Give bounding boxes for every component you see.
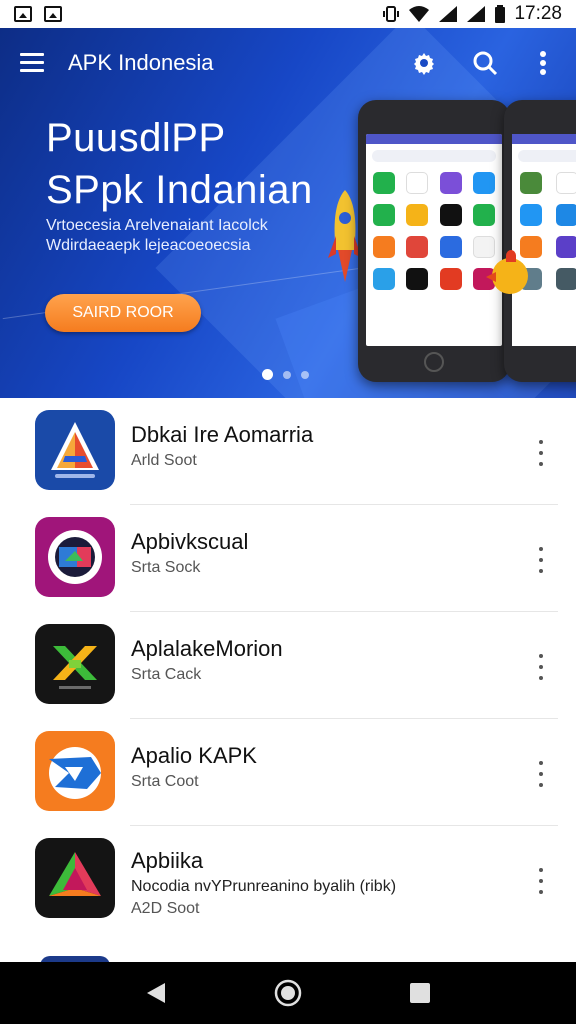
more-vert-icon[interactable]: [536, 868, 546, 894]
app-title: Dbkai Ire Aomarria: [131, 422, 314, 447]
app-icon-pg-logo: [35, 517, 115, 597]
app-subtitle: Arld Soot: [131, 452, 197, 469]
banner-title-line: PuusdlPP: [46, 116, 226, 160]
app-title: APK Indonesia: [68, 50, 214, 75]
settings-icon[interactable]: [409, 48, 439, 78]
phone-illustration: [504, 100, 576, 382]
list-item[interactable]: Apbiika Nocodia nvYPrunreanino byalih (r…: [0, 826, 576, 933]
wifi-icon: [409, 6, 430, 22]
banner-subtitle: Vrtoecesia Arelvenaiant Iacolck Wdirdaea…: [46, 216, 268, 256]
vibrate-icon: [383, 6, 400, 22]
phone-illustration: [358, 100, 510, 382]
app-title: Apalio KAPK: [131, 743, 257, 768]
status-right-icons: 17:28: [382, 3, 562, 25]
more-vert-icon[interactable]: [536, 547, 546, 573]
more-vert-icon[interactable]: [536, 654, 546, 680]
app-icon-triangle-a: [35, 410, 115, 490]
app-bar: APK Indonesia: [0, 28, 576, 98]
carousel-dot[interactable]: [301, 370, 309, 379]
system-nav-bar: [0, 962, 576, 1024]
back-icon[interactable]: [136, 973, 176, 1013]
list-item[interactable]: Apbivkscual Srta Sock: [0, 505, 576, 612]
carousel-dot[interactable]: [283, 370, 291, 379]
app-subtitle: Srta Coot: [131, 773, 199, 790]
app-subtitle: Srta Cack: [131, 666, 202, 683]
app-list: Dbkai Ire Aomarria Arld Soot Apbivkscual…: [0, 398, 576, 962]
status-left-icons: [14, 6, 62, 22]
banner-subtitle-line: Vrtoecesia Arelvenaiant Iacolck: [46, 217, 268, 234]
more-vert-icon[interactable]: [536, 440, 546, 466]
alert-notification-icon: [44, 6, 62, 22]
banner-title-line: SPpk Indanian: [46, 168, 313, 212]
home-icon[interactable]: [268, 973, 308, 1013]
banner-subtitle-line: Wdirdaeaepk lejeacoeoecsia: [46, 237, 251, 254]
chick-mascot-icon: [486, 250, 528, 294]
app-icon-x-cross: [35, 624, 115, 704]
app-title: AplalakeMorion: [131, 636, 283, 661]
battery-icon: [495, 5, 506, 23]
clock: 17:28: [514, 3, 562, 24]
app-subtitle: A2D Soot: [131, 900, 200, 917]
image-notification-icon: [14, 6, 32, 22]
phone-screen: [366, 134, 502, 346]
banner-title: PuusdlPP SPpk Indanian: [46, 112, 313, 216]
carousel-indicator: [262, 369, 309, 380]
search-icon[interactable]: [470, 48, 500, 78]
app-title: Apbivkscual: [131, 529, 249, 554]
promo-banner[interactable]: APK Indonesia PuusdlPP SPpk Indanian Vrt…: [0, 28, 576, 398]
app-description: Nocodia nvYPrunreanino byalih (ribk): [131, 878, 397, 895]
app-icon-blue-fish: [35, 731, 115, 811]
cta-button[interactable]: SAIRD ROOR: [45, 294, 201, 332]
app-icon-pyramid: [35, 838, 115, 918]
list-item[interactable]: Dbkai Ire Aomarria Arld Soot: [0, 398, 576, 505]
more-vert-icon[interactable]: [536, 761, 546, 787]
recents-icon[interactable]: [400, 973, 440, 1013]
app-subtitle: Srta Sock: [131, 559, 201, 576]
app-title: Apbiika: [131, 848, 204, 873]
menu-icon[interactable]: [20, 53, 44, 73]
list-item[interactable]: Apalio KAPK Srta Coot: [0, 719, 576, 826]
signal-icon-2: [467, 6, 486, 22]
signal-icon: [439, 6, 458, 22]
more-vert-icon[interactable]: [528, 48, 558, 78]
status-bar: 17:28: [0, 0, 576, 28]
carousel-dot-active[interactable]: [262, 369, 273, 380]
phone-screen: [512, 134, 576, 346]
list-item[interactable]: AplalakeMorion Srta Cack: [0, 612, 576, 719]
